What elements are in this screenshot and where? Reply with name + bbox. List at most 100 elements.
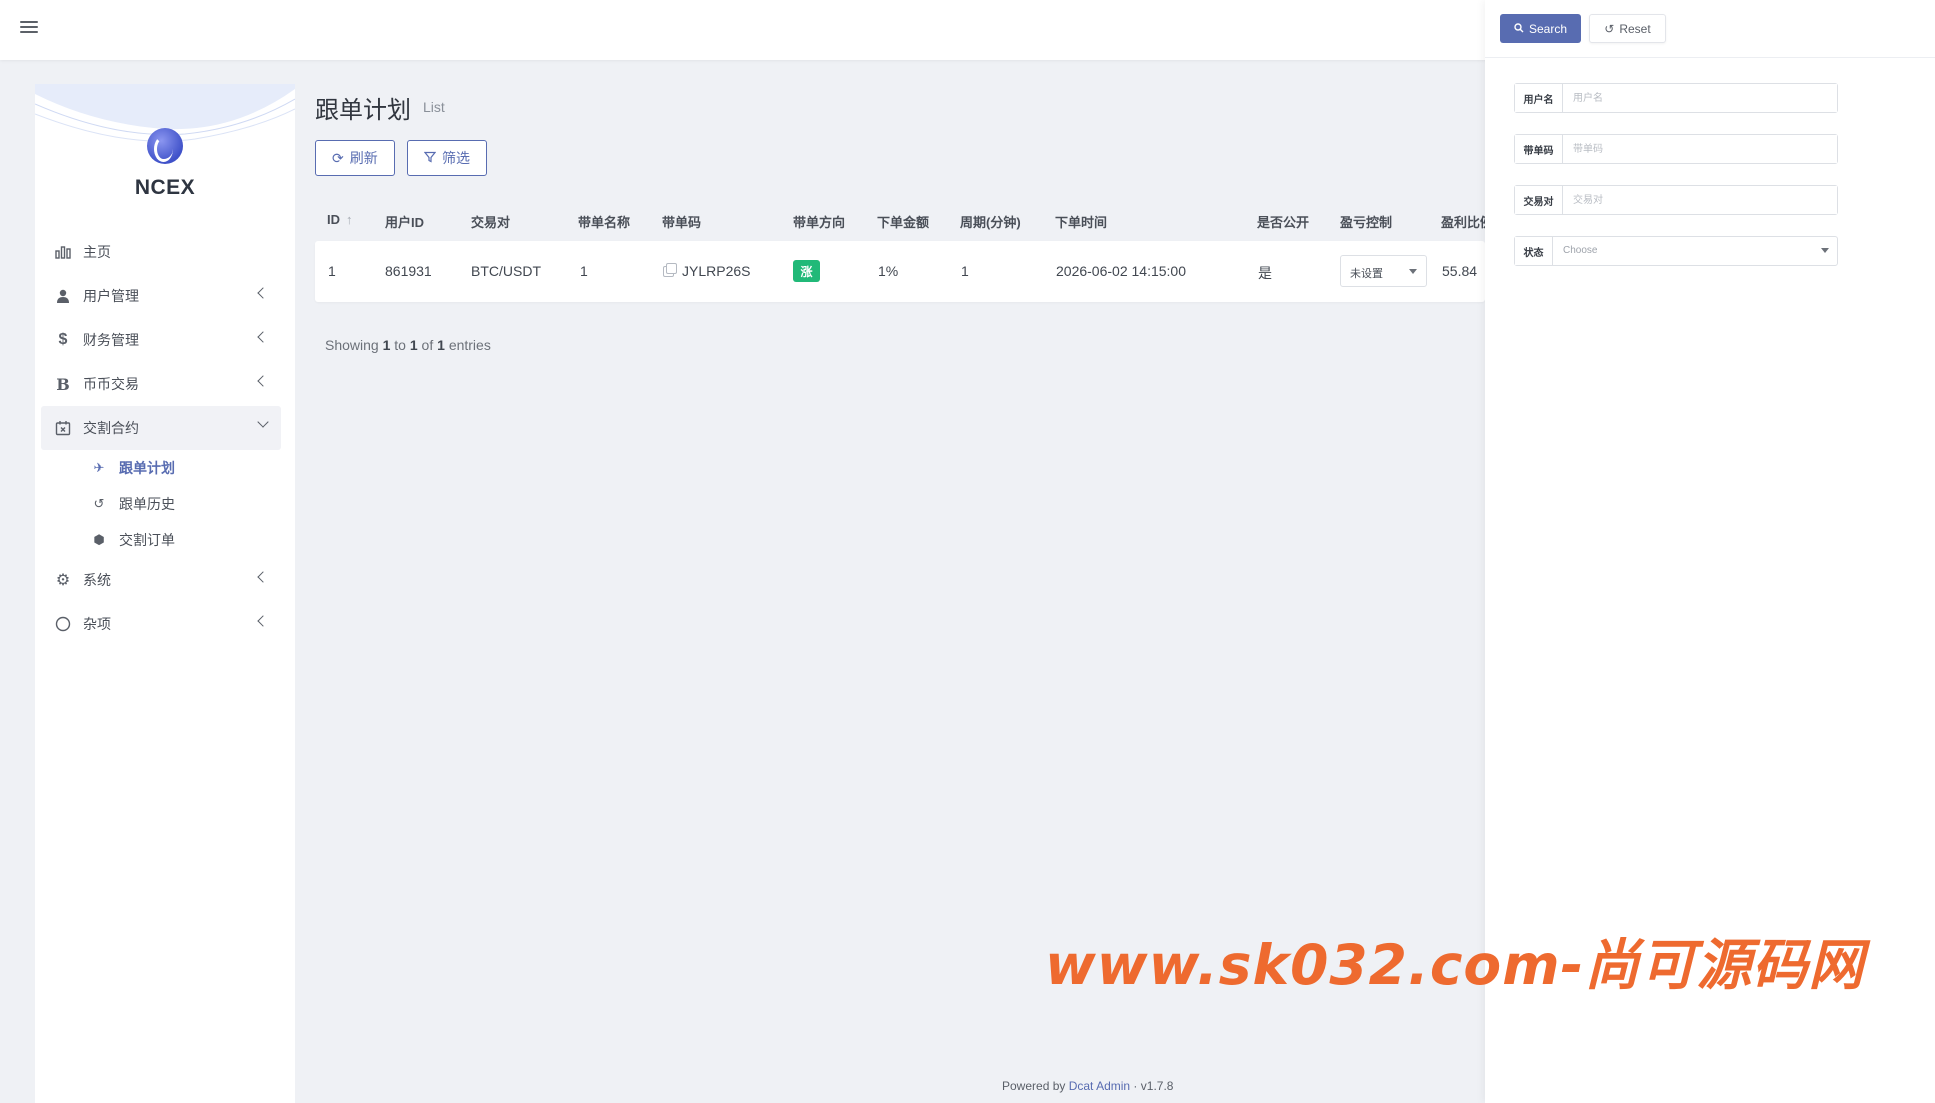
brand-logo: [147, 128, 183, 164]
sidebar-item-label: 币币交易: [83, 376, 139, 392]
chevron-left-icon: [257, 375, 269, 387]
plane-icon: ✈: [93, 460, 105, 475]
filter-button[interactable]: 筛选: [407, 140, 487, 176]
undo-icon: ↺: [1604, 21, 1615, 36]
direction-badge: 涨: [793, 260, 820, 282]
cell-name: 1: [580, 263, 588, 279]
filter-label: 用户名: [1515, 84, 1563, 112]
chevron-down-icon: [257, 416, 269, 428]
chevron-left-icon: [257, 287, 269, 299]
sidebar-menu: 主页 用户管理 $ 财务管理 B 币币交易 交割合约 ✈ 跟单计划 ↺ 跟单历史…: [41, 230, 281, 646]
control-select[interactable]: 未设置: [1340, 255, 1427, 287]
column-header-public: 是否公开: [1257, 215, 1310, 230]
sidebar-subitem-copy-plan[interactable]: ✈ 跟单计划: [41, 450, 281, 486]
table-header: ID ↑ 用户ID 交易对 带单名称 带单码 带单方向 下单金额 周期(分钟) 下…: [315, 192, 1493, 248]
sidebar-subitem-label: 跟单计划: [119, 460, 175, 476]
filter-button-label: 筛选: [442, 150, 470, 166]
footer-link[interactable]: Dcat Admin: [1069, 1079, 1130, 1093]
bar-chart-icon: [53, 243, 73, 261]
menu-toggle-icon[interactable]: [20, 18, 38, 36]
column-header-time: 下单时间: [1055, 215, 1108, 230]
gear-icon: ⚙: [55, 572, 71, 589]
copy-icon[interactable]: [663, 263, 677, 277]
cell-period: 1: [961, 263, 969, 279]
sidebar-item-label: 用户管理: [83, 288, 139, 304]
status-select[interactable]: Choose: [1553, 237, 1837, 265]
cell-amount: 1%: [878, 263, 899, 279]
cell-user-id: 861931: [385, 263, 432, 279]
sidebar-subitem-label: 跟单历史: [119, 496, 175, 512]
cell-code: JYLRP26S: [663, 263, 750, 279]
filter-pair: 交易对: [1514, 185, 1838, 215]
cell-profit: 55.84: [1442, 263, 1478, 279]
sidebar-item-system[interactable]: ⚙ 系统: [41, 558, 281, 602]
watermark-text: www.sk032.com-尚可源码网: [1045, 933, 1865, 997]
cell-time: 2026-06-02 14:15:00: [1056, 263, 1186, 279]
sidebar-item-finance[interactable]: $ 财务管理: [41, 318, 281, 362]
filter-label: 状态: [1515, 237, 1553, 265]
filter-label: 交易对: [1515, 186, 1563, 214]
footer: Powered by Dcat Admin · v1.7.8: [1002, 1079, 1174, 1093]
column-header-pair: 交易对: [471, 215, 511, 230]
sidebar: NCEX 主页 用户管理 $ 财务管理 B 币币交易 交割合约 ✈ 跟单计划 ↺…: [35, 84, 295, 1103]
sidebar-subitem-copy-history[interactable]: ↺ 跟单历史: [41, 486, 281, 522]
chevron-left-icon: [257, 615, 269, 627]
users-icon: [53, 287, 73, 305]
filter-username: 用户名: [1514, 83, 1838, 113]
sidebar-item-label: 交割合约: [83, 420, 139, 436]
sidebar-subitem-delivery-orders[interactable]: ⬢ 交割订单: [41, 522, 281, 558]
pagination-info: Showing 1 to 1 of 1 entries: [325, 337, 491, 353]
calendar-x-icon: [53, 419, 73, 437]
filter-status: 状态 Choose: [1514, 236, 1838, 266]
column-header-name: 带单名称: [578, 215, 631, 230]
chevron-left-icon: [257, 571, 269, 583]
search-button[interactable]: Search: [1500, 14, 1581, 43]
sidebar-item-label: 系统: [83, 572, 111, 588]
cube-icon: ⬢: [93, 532, 105, 547]
refresh-icon: ⟳: [332, 149, 344, 166]
search-button-label: Search: [1528, 21, 1568, 36]
column-header-direction: 带单方向: [793, 215, 846, 230]
sidebar-item-home[interactable]: 主页: [41, 230, 281, 274]
reset-button-label: Reset: [1619, 21, 1651, 36]
table-row: 1 861931 BTC/USDT 1 JYLRP26S 涨 1% 1 2026…: [315, 241, 1485, 302]
sidebar-item-users[interactable]: 用户管理: [41, 274, 281, 318]
column-header-code: 带单码: [662, 215, 702, 230]
history-icon: ↺: [93, 496, 105, 511]
filter-panel-header: Search ↺ Reset: [1485, 0, 1935, 58]
pair-input[interactable]: [1563, 186, 1837, 214]
sort-arrow-icon[interactable]: ↑: [346, 212, 353, 227]
sidebar-item-label: 主页: [83, 244, 111, 260]
filter-code: 带单码: [1514, 134, 1838, 164]
column-header-control: 盈亏控制: [1340, 215, 1393, 230]
caret-down-icon: [1409, 269, 1417, 274]
cell-id: 1: [328, 263, 336, 279]
search-icon: [1514, 22, 1524, 36]
column-header-amount: 下单金额: [877, 215, 930, 230]
sidebar-item-spot-trading[interactable]: B 币币交易: [41, 362, 281, 406]
sidebar-item-misc[interactable]: 杂项: [41, 602, 281, 646]
sidebar-item-label: 杂项: [83, 616, 111, 632]
sidebar-item-delivery-contract[interactable]: 交割合约: [41, 406, 281, 450]
reset-button[interactable]: ↺ Reset: [1589, 14, 1666, 43]
code-input[interactable]: [1563, 135, 1837, 163]
circle-icon: [53, 615, 73, 633]
dollar-icon: $: [58, 331, 68, 348]
username-input[interactable]: [1563, 84, 1837, 112]
page-subtitle: List: [423, 99, 445, 115]
column-header-period: 周期(分钟): [960, 215, 1021, 230]
caret-down-icon: [1821, 248, 1829, 253]
refresh-button-label: 刷新: [349, 150, 378, 166]
refresh-button[interactable]: ⟳ 刷新: [315, 140, 395, 176]
column-header-id[interactable]: ID ↑: [327, 212, 353, 227]
column-header-user-id: 用户ID: [385, 215, 425, 230]
brand-name: NCEX: [134, 176, 196, 199]
cell-public: 是: [1258, 265, 1272, 281]
funnel-icon: [423, 150, 437, 166]
chevron-left-icon: [257, 331, 269, 343]
sidebar-item-label: 财务管理: [83, 332, 139, 348]
bitcoin-icon: B: [56, 374, 70, 394]
filter-label: 带单码: [1515, 135, 1563, 163]
page-title: 跟单计划: [315, 97, 411, 124]
cell-pair: BTC/USDT: [471, 263, 541, 279]
